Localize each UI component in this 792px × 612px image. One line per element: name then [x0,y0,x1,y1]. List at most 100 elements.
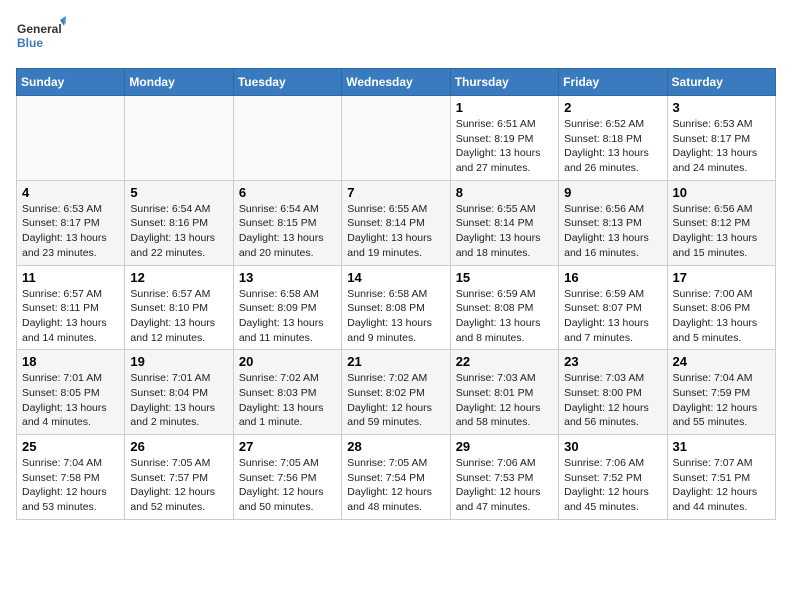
day-info: Sunrise: 6:57 AM Sunset: 8:10 PM Dayligh… [130,287,227,346]
day-info: Sunrise: 7:05 AM Sunset: 7:56 PM Dayligh… [239,456,336,515]
day-number: 11 [22,270,119,285]
day-info: Sunrise: 6:56 AM Sunset: 8:12 PM Dayligh… [673,202,770,261]
calendar-cell: 26Sunrise: 7:05 AM Sunset: 7:57 PM Dayli… [125,435,233,520]
day-info: Sunrise: 6:55 AM Sunset: 8:14 PM Dayligh… [456,202,553,261]
calendar-week-1: 1Sunrise: 6:51 AM Sunset: 8:19 PM Daylig… [17,96,776,181]
day-number: 4 [22,185,119,200]
logo: General Blue General Blue [16,16,66,56]
day-info: Sunrise: 7:05 AM Sunset: 7:57 PM Dayligh… [130,456,227,515]
calendar-cell: 12 Sunrise: 6:57 AM Sunset: 8:10 PM Dayli… [125,265,233,350]
calendar-header-row: SundayMondayTuesdayWednesdayThursdayFrid… [17,69,776,96]
calendar-cell: 21Sunrise: 7:02 AM Sunset: 8:02 PM Dayli… [342,350,450,435]
calendar-week-4: 18 Sunrise: 7:01 AM Sunset: 8:05 PM Dayli… [17,350,776,435]
day-info: Sunrise: 6:55 AM Sunset: 8:14 PM Dayligh… [347,202,444,261]
day-info: Sunrise: 7:04 AM Sunset: 7:59 PM Dayligh… [673,371,770,430]
day-info: Sunrise: 6:58 AM Sunset: 8:09 PM Dayligh… [239,287,336,346]
day-info: Sunrise: 7:01 AM Sunset: 8:04 PM Dayligh… [130,371,227,430]
calendar-cell: 4 Sunrise: 6:53 AM Sunset: 8:17 PM Daylig… [17,180,125,265]
day-number: 17 [673,270,770,285]
calendar-cell: 8 Sunrise: 6:55 AM Sunset: 8:14 PM Daylig… [450,180,558,265]
header-wednesday: Wednesday [342,69,450,96]
day-info: Sunrise: 7:03 AM Sunset: 8:00 PM Dayligh… [564,371,661,430]
calendar-cell: 7 Sunrise: 6:55 AM Sunset: 8:14 PM Daylig… [342,180,450,265]
header-saturday: Saturday [667,69,775,96]
day-number: 6 [239,185,336,200]
calendar-table: SundayMondayTuesdayWednesdayThursdayFrid… [16,68,776,520]
calendar-cell [342,96,450,181]
day-info: Sunrise: 7:04 AM Sunset: 7:58 PM Dayligh… [22,456,119,515]
day-info: Sunrise: 7:06 AM Sunset: 7:53 PM Dayligh… [456,456,553,515]
day-number: 28 [347,439,444,454]
calendar-cell: 2 Sunrise: 6:52 AM Sunset: 8:18 PM Daylig… [559,96,667,181]
day-number: 20 [239,354,336,369]
logo-svg: General Blue [16,16,66,56]
day-info: Sunrise: 6:54 AM Sunset: 8:16 PM Dayligh… [130,202,227,261]
day-info: Sunrise: 7:05 AM Sunset: 7:54 PM Dayligh… [347,456,444,515]
day-number: 23 [564,354,661,369]
day-number: 1 [456,100,553,115]
day-info: Sunrise: 6:52 AM Sunset: 8:18 PM Dayligh… [564,117,661,176]
calendar-cell: 20 Sunrise: 7:02 AM Sunset: 8:03 PM Dayli… [233,350,341,435]
day-number: 15 [456,270,553,285]
calendar-cell: 14 Sunrise: 6:58 AM Sunset: 8:08 PM Dayli… [342,265,450,350]
day-number: 9 [564,185,661,200]
calendar-cell: 25Sunrise: 7:04 AM Sunset: 7:58 PM Dayli… [17,435,125,520]
calendar-cell: 13 Sunrise: 6:58 AM Sunset: 8:09 PM Dayli… [233,265,341,350]
day-number: 2 [564,100,661,115]
day-info: Sunrise: 6:53 AM Sunset: 8:17 PM Dayligh… [22,202,119,261]
calendar-cell: 15 Sunrise: 6:59 AM Sunset: 8:08 PM Dayli… [450,265,558,350]
day-number: 31 [673,439,770,454]
day-info: Sunrise: 6:58 AM Sunset: 8:08 PM Dayligh… [347,287,444,346]
calendar-cell: 5Sunrise: 6:54 AM Sunset: 8:16 PM Daylig… [125,180,233,265]
day-info: Sunrise: 7:07 AM Sunset: 7:51 PM Dayligh… [673,456,770,515]
calendar-week-3: 11 Sunrise: 6:57 AM Sunset: 8:11 PM Dayli… [17,265,776,350]
calendar-cell: 22 Sunrise: 7:03 AM Sunset: 8:01 PM Dayli… [450,350,558,435]
header-sunday: Sunday [17,69,125,96]
day-info: Sunrise: 7:02 AM Sunset: 8:03 PM Dayligh… [239,371,336,430]
day-number: 14 [347,270,444,285]
calendar-cell: 10 Sunrise: 6:56 AM Sunset: 8:12 PM Dayli… [667,180,775,265]
day-info: Sunrise: 6:57 AM Sunset: 8:11 PM Dayligh… [22,287,119,346]
day-number: 22 [456,354,553,369]
calendar-cell [17,96,125,181]
day-info: Sunrise: 6:59 AM Sunset: 8:08 PM Dayligh… [456,287,553,346]
day-number: 7 [347,185,444,200]
header-friday: Friday [559,69,667,96]
day-info: Sunrise: 6:59 AM Sunset: 8:07 PM Dayligh… [564,287,661,346]
calendar-week-2: 4 Sunrise: 6:53 AM Sunset: 8:17 PM Daylig… [17,180,776,265]
calendar-cell: 16 Sunrise: 6:59 AM Sunset: 8:07 PM Dayli… [559,265,667,350]
calendar-cell [125,96,233,181]
day-number: 12 [130,270,227,285]
day-number: 30 [564,439,661,454]
calendar-week-5: 25Sunrise: 7:04 AM Sunset: 7:58 PM Dayli… [17,435,776,520]
header-monday: Monday [125,69,233,96]
day-number: 27 [239,439,336,454]
day-number: 16 [564,270,661,285]
calendar-cell: 6Sunrise: 6:54 AM Sunset: 8:15 PM Daylig… [233,180,341,265]
header-tuesday: Tuesday [233,69,341,96]
svg-text:General: General [17,22,62,36]
day-number: 10 [673,185,770,200]
day-number: 19 [130,354,227,369]
calendar-cell: 9 Sunrise: 6:56 AM Sunset: 8:13 PM Daylig… [559,180,667,265]
calendar-cell: 31 Sunrise: 7:07 AM Sunset: 7:51 PM Dayli… [667,435,775,520]
day-info: Sunrise: 7:02 AM Sunset: 8:02 PM Dayligh… [347,371,444,430]
header: General Blue General Blue [16,16,776,56]
day-info: Sunrise: 7:00 AM Sunset: 8:06 PM Dayligh… [673,287,770,346]
calendar-cell: 18 Sunrise: 7:01 AM Sunset: 8:05 PM Dayli… [17,350,125,435]
day-number: 29 [456,439,553,454]
day-info: Sunrise: 7:06 AM Sunset: 7:52 PM Dayligh… [564,456,661,515]
calendar-cell: 30 Sunrise: 7:06 AM Sunset: 7:52 PM Dayli… [559,435,667,520]
day-number: 13 [239,270,336,285]
day-number: 8 [456,185,553,200]
header-thursday: Thursday [450,69,558,96]
day-info: Sunrise: 6:56 AM Sunset: 8:13 PM Dayligh… [564,202,661,261]
calendar-cell: 24Sunrise: 7:04 AM Sunset: 7:59 PM Dayli… [667,350,775,435]
day-info: Sunrise: 7:03 AM Sunset: 8:01 PM Dayligh… [456,371,553,430]
day-number: 18 [22,354,119,369]
calendar-cell: 11 Sunrise: 6:57 AM Sunset: 8:11 PM Dayli… [17,265,125,350]
day-info: Sunrise: 7:01 AM Sunset: 8:05 PM Dayligh… [22,371,119,430]
calendar-cell: 17 Sunrise: 7:00 AM Sunset: 8:06 PM Dayli… [667,265,775,350]
calendar-cell: 3Sunrise: 6:53 AM Sunset: 8:17 PM Daylig… [667,96,775,181]
calendar-cell: 23 Sunrise: 7:03 AM Sunset: 8:00 PM Dayli… [559,350,667,435]
